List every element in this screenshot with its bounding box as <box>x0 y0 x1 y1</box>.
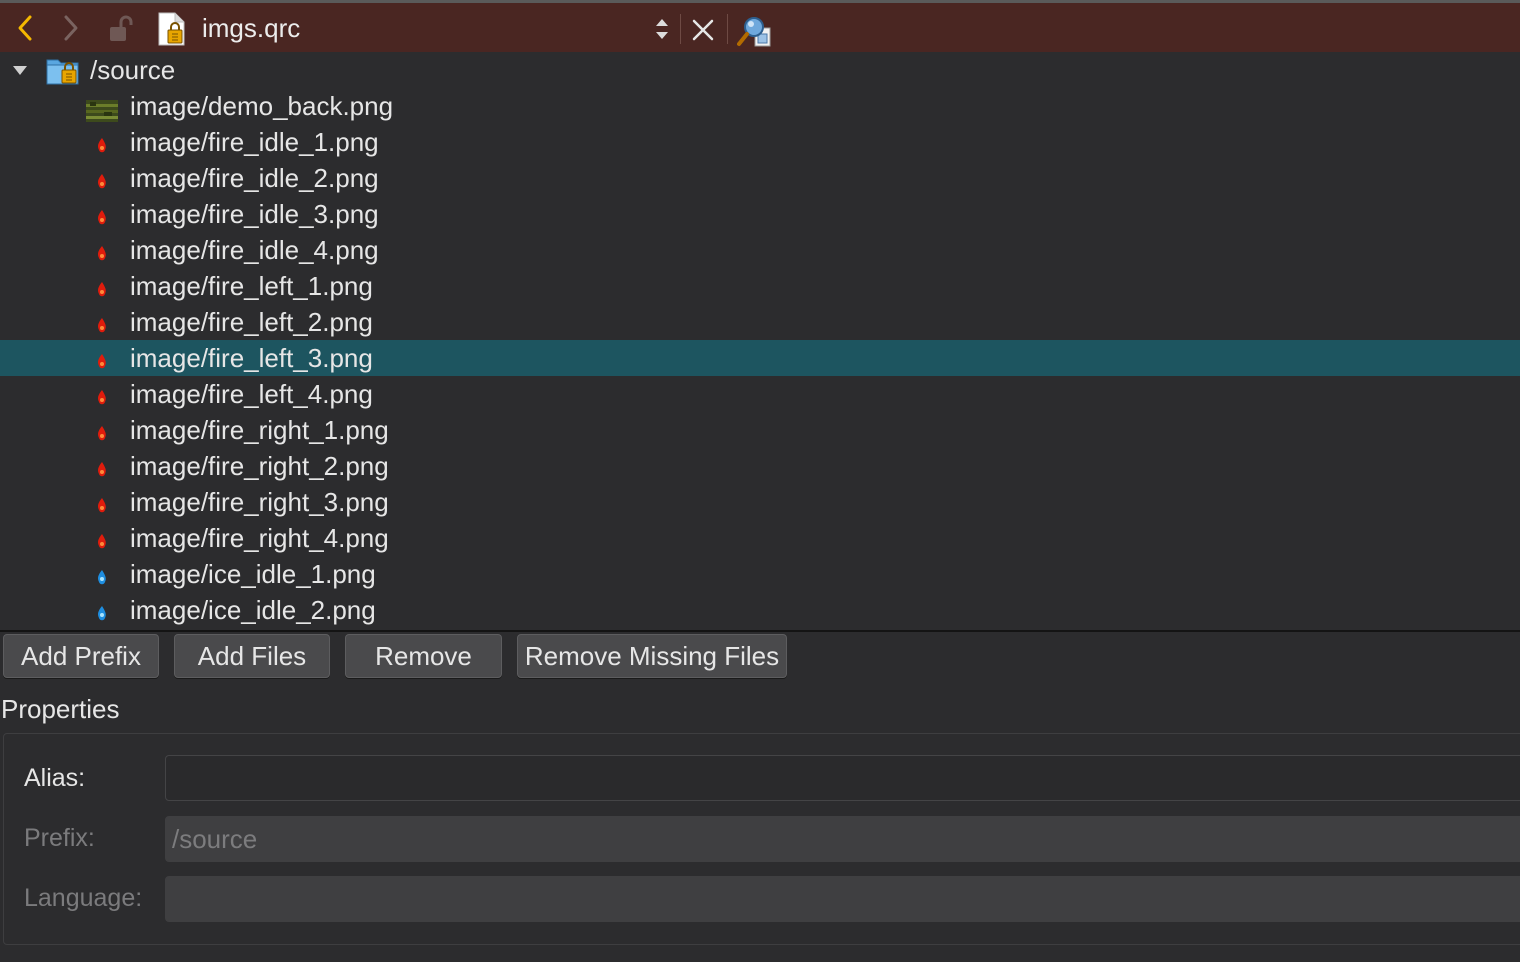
editor-toolbar: imgs.qrc <box>0 0 1520 52</box>
image-thumbnail-icon <box>86 563 118 585</box>
language-label: Language: <box>24 884 143 912</box>
alias-field[interactable] <box>165 755 1520 801</box>
file-path-label: image/demo_back.png <box>130 91 394 121</box>
lock-icon[interactable] <box>108 15 136 43</box>
toolbar-divider <box>680 14 681 44</box>
image-thumbnail-icon <box>86 311 118 333</box>
split-editor-icon[interactable] <box>737 14 773 48</box>
file-path-label: image/ice_idle_2.png <box>130 595 376 625</box>
open-file-title[interactable]: imgs.qrc <box>202 12 300 44</box>
image-thumbnail-icon <box>86 167 118 189</box>
tree-file-row[interactable]: image/fire_left_4.png <box>0 376 1520 412</box>
remove-missing-files-button[interactable]: Remove Missing Files <box>517 634 787 678</box>
file-path-label: image/fire_idle_1.png <box>130 127 379 157</box>
chevron-down-icon[interactable] <box>10 52 30 88</box>
tree-prefix-row[interactable]: /source <box>0 52 1520 88</box>
file-path-label: image/fire_left_3.png <box>130 343 373 373</box>
tree-file-row[interactable]: image/fire_left_3.png <box>0 340 1520 376</box>
file-path-label: image/fire_idle_4.png <box>130 235 379 265</box>
tree-file-row[interactable]: image/ice_idle_1.png <box>0 556 1520 592</box>
language-field[interactable] <box>165 876 1520 922</box>
file-path-label: image/ice_idle_1.png <box>130 559 376 589</box>
file-path-label: image/fire_right_4.png <box>130 523 389 553</box>
tree-file-row[interactable]: image/fire_idle_3.png <box>0 196 1520 232</box>
prefix-label: /source <box>90 55 176 85</box>
properties-heading: Properties <box>1 694 120 724</box>
image-thumbnail-icon <box>86 239 118 261</box>
back-arrow-icon[interactable] <box>12 13 38 43</box>
file-path-label: image/fire_right_1.png <box>130 415 389 445</box>
add-files-button[interactable]: Add Files <box>174 634 330 678</box>
image-thumbnail-icon <box>86 455 118 477</box>
image-thumbnail-icon <box>86 527 118 549</box>
image-thumbnail-icon <box>86 203 118 225</box>
tree-file-list: image/demo_back.png image/fire_idle_1.png… <box>0 88 1520 628</box>
image-thumbnail-icon <box>86 275 118 297</box>
divider <box>0 630 1520 632</box>
toolbar-divider <box>727 14 728 44</box>
tree-file-row[interactable]: image/ice_idle_2.png <box>0 592 1520 628</box>
prefix-field-label: Prefix: <box>24 824 95 852</box>
file-path-label: image/fire_right_3.png <box>130 487 389 517</box>
tree-file-row[interactable]: image/fire_right_4.png <box>0 520 1520 556</box>
tree-file-row[interactable]: image/fire_idle_4.png <box>0 232 1520 268</box>
image-thumbnail-icon <box>86 599 118 621</box>
image-thumbnail-icon <box>86 491 118 513</box>
remove-button[interactable]: Remove <box>345 634 502 678</box>
file-path-label: image/fire_left_2.png <box>130 307 373 337</box>
file-path-label: image/fire_idle_3.png <box>130 199 379 229</box>
up-down-arrows-icon[interactable] <box>652 15 672 43</box>
tree-file-row[interactable]: image/fire_idle_2.png <box>0 160 1520 196</box>
tree-file-row[interactable]: image/fire_right_2.png <box>0 448 1520 484</box>
image-thumbnail-icon <box>86 383 118 405</box>
qrc-file-icon <box>156 12 188 46</box>
tree-file-row[interactable]: image/fire_idle_1.png <box>0 124 1520 160</box>
tree-file-row[interactable]: image/fire_left_2.png <box>0 304 1520 340</box>
forward-arrow-icon[interactable] <box>58 13 84 43</box>
prefix-field[interactable]: /source <box>165 816 1520 862</box>
alias-label: Alias: <box>24 764 86 792</box>
file-path-label: image/fire_left_1.png <box>130 271 373 301</box>
tree-file-row[interactable]: image/fire_right_1.png <box>0 412 1520 448</box>
add-prefix-button[interactable]: Add Prefix <box>3 634 159 678</box>
resource-tree[interactable]: /source image/demo_back.png image/fire_id… <box>0 52 1520 630</box>
tree-file-row[interactable]: image/fire_right_3.png <box>0 484 1520 520</box>
close-icon[interactable] <box>690 17 716 43</box>
file-path-label: image/fire_idle_2.png <box>130 163 379 193</box>
file-path-label: image/fire_left_4.png <box>130 379 373 409</box>
tree-file-row[interactable]: image/fire_left_1.png <box>0 268 1520 304</box>
qrc-folder-icon <box>46 56 80 86</box>
file-path-label: image/fire_right_2.png <box>130 451 389 481</box>
image-thumbnail-icon <box>86 95 118 122</box>
image-thumbnail-icon <box>86 419 118 441</box>
image-thumbnail-icon <box>86 347 118 369</box>
tree-file-row[interactable]: image/demo_back.png <box>0 88 1520 124</box>
image-thumbnail-icon <box>86 131 118 153</box>
